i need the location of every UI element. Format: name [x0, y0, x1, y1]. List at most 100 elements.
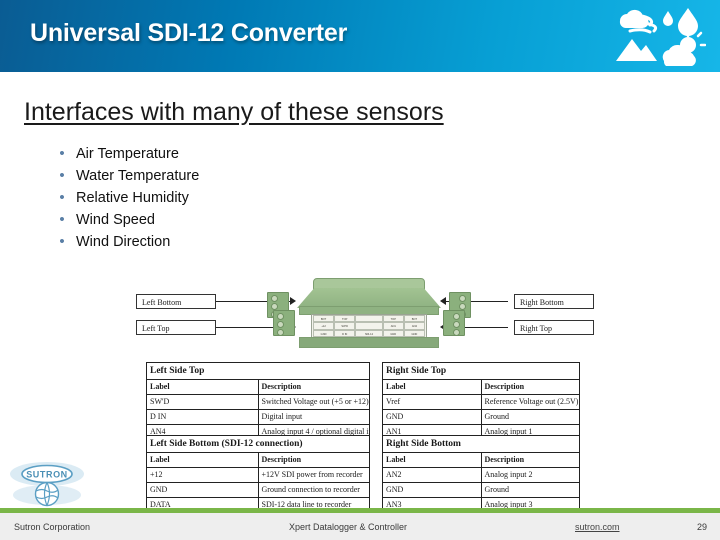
terminal-screw [453, 329, 460, 336]
terminal-screw [277, 329, 284, 336]
cell-description: Analog input 2 [480, 467, 580, 483]
bullet-icon: • [59, 189, 65, 206]
sutron-globe-logo: SUTRON [10, 462, 84, 507]
cell-label: Vref [382, 394, 482, 410]
footer-company: Sutron Corporation [14, 522, 91, 532]
terminal-screw [271, 303, 278, 310]
device-label-cell: GND [382, 329, 404, 337]
terminal-screw [459, 295, 466, 302]
list-item-label: Air Temperature [76, 146, 179, 162]
column-header-label: Label [382, 452, 482, 468]
cell-description: Ground connection to recorder [257, 482, 370, 498]
cell-description: Ground [480, 409, 580, 425]
footer-subject: Xpert Datalogger & Controller [289, 522, 408, 532]
list-item: • Relative Humidity [48, 187, 468, 209]
cell-label: SW'D [146, 394, 259, 410]
table-row: GND Ground [382, 409, 580, 425]
cell-description: Reference Voltage out (2.5V) [480, 394, 580, 410]
column-header-label: Label [146, 452, 259, 468]
table-row: SW'D Switched Voltage out (+5 or +12) [146, 394, 370, 410]
device-label-cell: BOT [313, 315, 335, 323]
terminal-screw [459, 303, 466, 310]
terminal-screw [453, 321, 460, 328]
device-label-cell [355, 315, 383, 323]
weather-logo-icon [616, 8, 706, 66]
list-item-label: Wind Direction [76, 234, 171, 250]
device-label-cell: SW'D [334, 322, 356, 330]
device-label-cell: AN1 [382, 322, 404, 330]
table-row: GND Ground [382, 482, 580, 498]
sutron-logo-text: SUTRON [26, 470, 68, 480]
bullet-icon: • [59, 145, 65, 162]
sensor-list: • Air Temperature • Water Temperature • … [48, 143, 468, 253]
terminal-screw [277, 313, 284, 320]
table-left-side-top: Left Side Top Label Description SW'D Swi… [146, 362, 370, 440]
column-header-description: Description [257, 452, 370, 468]
device-label-cell: TOP [334, 315, 356, 323]
cell-description: +12V SDI power from recorder [257, 467, 370, 483]
cell-description: Switched Voltage out (+5 or +12) [257, 394, 370, 410]
device-label-cell: GND [313, 329, 335, 337]
cell-description: Digital input [257, 409, 370, 425]
device-label-cell: D IN [334, 329, 356, 337]
footer-website-link[interactable]: sutron.com [575, 522, 620, 532]
table-title: Left Side Top [146, 362, 370, 380]
cell-label: GND [146, 482, 259, 498]
table-row: +12 +12V SDI power from recorder [146, 467, 370, 483]
list-item: • Air Temperature [48, 143, 468, 165]
terminal-screw [277, 321, 284, 328]
device-shoulder [297, 288, 441, 308]
column-header-description: Description [480, 379, 580, 395]
terminal-screw [271, 295, 278, 302]
column-header-label: Label [146, 379, 259, 395]
cell-label: AN2 [382, 467, 482, 483]
callout-right-bottom: Right Bottom [514, 294, 594, 309]
cell-description: Ground [480, 482, 580, 498]
table-right-side-top: Right Side Top Label Description Vref Re… [382, 362, 580, 440]
table-left-side-bottom: Left Side Bottom (SDI-12 connection) Lab… [146, 435, 370, 513]
list-item: • Wind Direction [48, 231, 468, 253]
column-header-description: Description [480, 452, 580, 468]
bullet-icon: • [59, 233, 65, 250]
list-item-label: Wind Speed [76, 212, 155, 228]
cell-label: GND [382, 482, 482, 498]
device-base [299, 337, 439, 348]
cell-label: GND [382, 409, 482, 425]
device-label-cell: TOP [382, 315, 404, 323]
cell-label: D IN [146, 409, 259, 425]
cell-label: +12 [146, 467, 259, 483]
slide-header: Universal SDI-12 Converter [0, 0, 720, 72]
device-label-grid: BOT TOP TOP BOT +12 SW'D AN1 AN4 GND D I… [313, 315, 425, 337]
table-right-side-bottom: Right Side Bottom Label Description AN2 … [382, 435, 580, 513]
device-label-cell: BOT [403, 315, 425, 323]
device-label-cell: SDI-12 [355, 329, 383, 337]
callout-left-top: Left Top [136, 320, 216, 335]
device-label-cell: GND [403, 329, 425, 337]
device-photo: BOT TOP TOP BOT +12 SW'D AN1 AN4 GND D I… [267, 278, 471, 348]
page-title: Universal SDI-12 Converter [30, 19, 348, 47]
footer-page-number: 29 [697, 522, 708, 532]
table-row: GND Ground connection to recorder [146, 482, 370, 498]
table-title: Right Side Bottom [382, 435, 580, 453]
column-header-label: Label [382, 379, 482, 395]
list-item: • Water Temperature [48, 165, 468, 187]
device-label-cell [355, 322, 383, 330]
terminal-screw [453, 313, 460, 320]
list-item: • Wind Speed [48, 209, 468, 231]
device-label-cell: +12 [313, 322, 335, 330]
list-item-label: Relative Humidity [76, 190, 189, 206]
device-label-cell: AN4 [403, 322, 425, 330]
callout-right-top: Right Top [514, 320, 594, 335]
device-diagram: Left Bottom Left Top Right Bottom Right … [130, 276, 600, 356]
callout-left-bottom: Left Bottom [136, 294, 216, 309]
table-row: Vref Reference Voltage out (2.5V) [382, 394, 580, 410]
bullet-icon: • [59, 211, 65, 228]
table-title: Left Side Bottom (SDI-12 connection) [146, 435, 370, 453]
list-item-label: Water Temperature [76, 168, 200, 184]
section-heading: Interfaces with many of these sensors [24, 98, 444, 126]
table-row: D IN Digital input [146, 409, 370, 425]
table-row: AN2 Analog input 2 [382, 467, 580, 483]
bullet-icon: • [59, 167, 65, 184]
column-header-description: Description [257, 379, 370, 395]
slide-footer: Sutron Corporation Xpert Datalogger & Co… [0, 513, 720, 540]
